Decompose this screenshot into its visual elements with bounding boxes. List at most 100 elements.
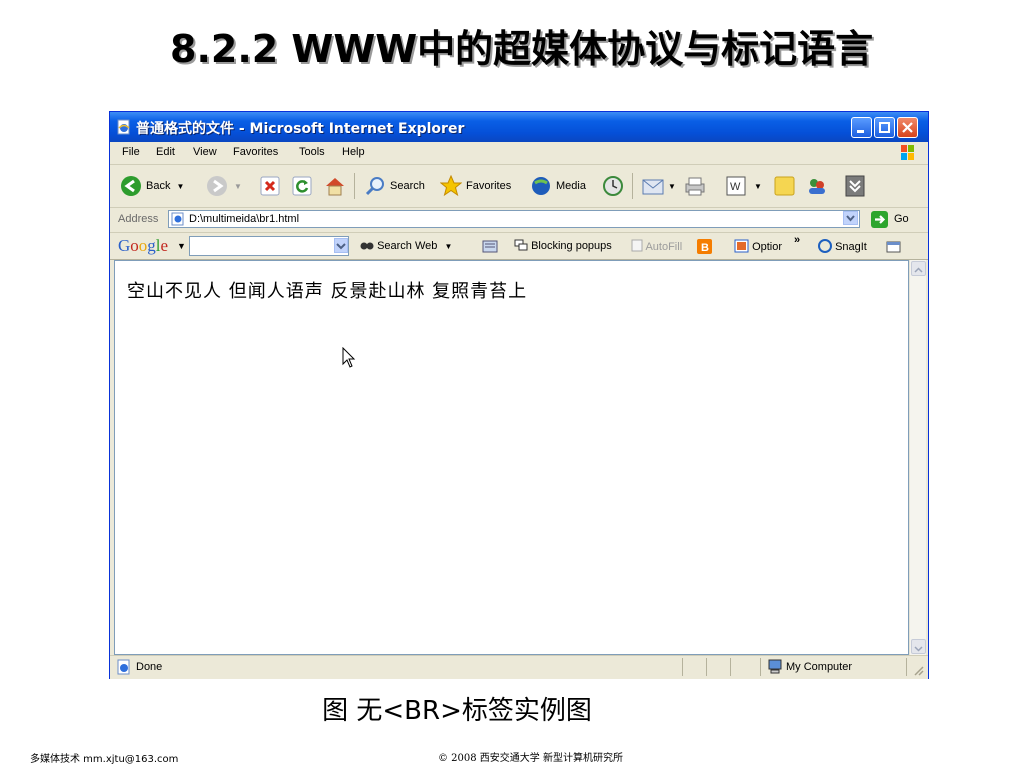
home-icon bbox=[326, 178, 344, 196]
history-button[interactable] bbox=[602, 174, 624, 198]
mail-icon bbox=[642, 179, 664, 195]
google-search-dropdown[interactable] bbox=[334, 238, 348, 253]
window-title: 普通格式的文件 - Microsoft Internet Explorer bbox=[136, 121, 465, 137]
scroll-down-button[interactable] bbox=[911, 639, 926, 654]
word-edit-icon: W bbox=[726, 176, 746, 196]
research-button[interactable] bbox=[844, 174, 866, 198]
search-button[interactable]: Search bbox=[364, 174, 425, 198]
page-body-text: 空山不见人 但闻人语声 反景赴山林 复照青苔上 bbox=[127, 281, 528, 302]
popup-blocker-icon bbox=[514, 239, 528, 251]
autofill-label: AutoFill bbox=[645, 241, 683, 253]
forward-button[interactable]: ▼ bbox=[206, 174, 242, 198]
snagit-icon bbox=[818, 239, 832, 253]
close-icon bbox=[902, 122, 913, 133]
footer-course-info: 多媒体技术 mm.xjtu@163.com bbox=[30, 754, 179, 765]
go-arrow-icon bbox=[875, 215, 886, 224]
status-divider bbox=[706, 658, 707, 676]
menu-help[interactable]: Help bbox=[342, 146, 365, 158]
title-bar[interactable]: 普通格式的文件 - Microsoft Internet Explorer bbox=[110, 112, 928, 142]
back-dropdown-icon[interactable]: ▼ bbox=[176, 182, 184, 191]
blogger-icon: B bbox=[697, 239, 712, 254]
back-button[interactable]: Back ▼ bbox=[120, 174, 184, 198]
snagit-window-button[interactable] bbox=[886, 239, 902, 256]
maximize-button[interactable] bbox=[874, 117, 895, 138]
print-icon bbox=[685, 177, 705, 196]
status-bar: Done My Computer bbox=[110, 655, 928, 679]
favorites-star-icon bbox=[440, 175, 462, 197]
status-divider bbox=[730, 658, 731, 676]
svg-text:W: W bbox=[730, 181, 741, 193]
go-button[interactable] bbox=[871, 211, 888, 228]
discuss-button[interactable] bbox=[774, 174, 796, 198]
chevron-more-icon[interactable]: » bbox=[794, 234, 800, 246]
maximize-icon bbox=[879, 122, 890, 133]
options-button[interactable]: Optior bbox=[734, 239, 782, 253]
refresh-button[interactable] bbox=[292, 174, 312, 198]
status-divider bbox=[682, 658, 683, 676]
security-zone-text: My Computer bbox=[786, 661, 853, 673]
mail-dropdown-icon[interactable]: ▼ bbox=[668, 182, 676, 191]
menu-favorites[interactable]: Favorites bbox=[233, 146, 278, 158]
ie-page-icon bbox=[117, 659, 130, 675]
menu-view[interactable]: View bbox=[193, 146, 217, 158]
mouse-pointer-icon bbox=[342, 347, 356, 368]
minimize-icon bbox=[857, 130, 864, 133]
stop-button[interactable] bbox=[260, 174, 280, 198]
my-computer-icon bbox=[768, 659, 782, 674]
blogger-button[interactable]: B bbox=[697, 239, 712, 254]
google-logo[interactable]: Google bbox=[118, 236, 168, 256]
resize-grip-icon[interactable] bbox=[912, 664, 924, 676]
menu-tools[interactable]: Tools bbox=[299, 146, 325, 158]
research-icon bbox=[845, 175, 865, 197]
mail-button[interactable]: ▼ bbox=[642, 174, 676, 198]
edit-dropdown-icon[interactable]: ▼ bbox=[754, 182, 762, 191]
blocking-popups-label: Blocking popups bbox=[531, 240, 612, 252]
search-web-button[interactable]: Search Web ▼ bbox=[360, 239, 452, 252]
options-icon bbox=[734, 239, 749, 253]
autofill-button[interactable]: AutoFill bbox=[631, 239, 682, 253]
menu-edit[interactable]: Edit bbox=[156, 146, 175, 158]
favorites-button[interactable]: Favorites bbox=[440, 174, 511, 198]
search-icon bbox=[365, 177, 384, 196]
news-button[interactable] bbox=[482, 239, 498, 256]
chevron-down-icon bbox=[336, 243, 346, 250]
print-button[interactable] bbox=[684, 174, 706, 198]
forward-dropdown-icon[interactable]: ▼ bbox=[234, 182, 242, 191]
messenger-button[interactable] bbox=[806, 174, 828, 198]
stop-icon bbox=[260, 176, 280, 196]
vertical-scrollbar[interactable] bbox=[909, 260, 926, 655]
blocking-popups-button[interactable]: Blocking popups bbox=[514, 239, 612, 252]
back-label: Back bbox=[146, 180, 171, 192]
address-field[interactable]: D:\multimeida\br1.html bbox=[168, 210, 860, 228]
go-label[interactable]: Go bbox=[894, 213, 909, 225]
standard-toolbar: Back ▼ ▼ Search Favorites Media ▼ W ▼ bbox=[110, 165, 928, 208]
scroll-up-button[interactable] bbox=[911, 261, 926, 276]
google-toolbar: Google ▼ Search Web ▼ Blocking popups Au… bbox=[110, 233, 928, 260]
footer-copyright: © 2008 西安交通大学 新型计算机研究所 bbox=[438, 753, 623, 764]
search-web-dropdown-icon[interactable]: ▼ bbox=[444, 242, 452, 251]
chevron-down-icon bbox=[846, 215, 855, 222]
snagit-button[interactable]: SnagIt bbox=[818, 239, 867, 253]
media-icon bbox=[532, 177, 550, 195]
ie-page-icon bbox=[117, 119, 130, 135]
close-button[interactable] bbox=[897, 117, 918, 138]
menu-file[interactable]: File bbox=[122, 146, 140, 158]
address-value: D:\multimeida\br1.html bbox=[189, 213, 300, 225]
binoculars-icon bbox=[360, 242, 374, 250]
search-web-label: Search Web bbox=[377, 240, 438, 252]
media-label: Media bbox=[556, 180, 586, 192]
media-button[interactable]: Media bbox=[530, 174, 586, 198]
minimize-button[interactable] bbox=[851, 117, 872, 138]
edit-button[interactable]: W ▼ bbox=[726, 174, 762, 198]
google-menu-dropdown-icon[interactable]: ▼ bbox=[177, 241, 186, 251]
figure-caption: 图 无<BR>标签实例图 bbox=[0, 690, 1024, 727]
windows-logo-icon bbox=[901, 145, 914, 160]
home-button[interactable] bbox=[324, 174, 346, 198]
chevron-up-icon bbox=[914, 267, 923, 273]
address-dropdown-button[interactable] bbox=[843, 211, 858, 225]
figure-caption-text: 图 无<BR>标签实例图 bbox=[322, 696, 592, 726]
google-search-input[interactable] bbox=[189, 236, 349, 256]
status-divider bbox=[760, 658, 761, 676]
page-content-area[interactable]: 空山不见人 但闻人语声 反景赴山林 复照青苔上 bbox=[114, 260, 909, 655]
page-icon bbox=[171, 212, 184, 226]
